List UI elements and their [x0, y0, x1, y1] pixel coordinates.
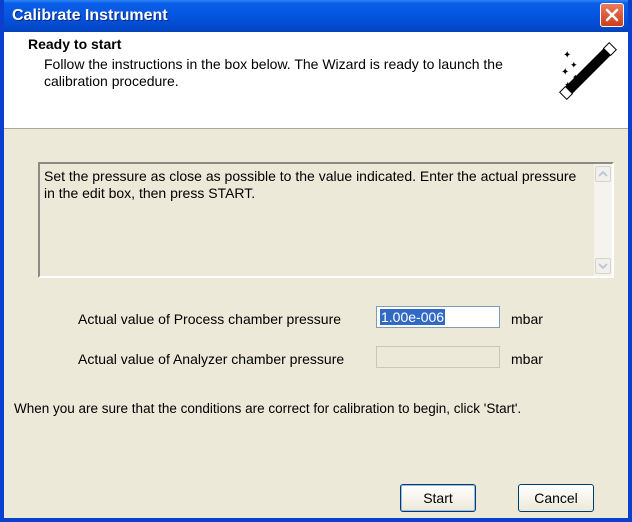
svg-text:✦: ✦ — [564, 81, 572, 91]
cancel-button[interactable]: Cancel — [518, 484, 594, 512]
instructions-scrollbar[interactable] — [594, 164, 612, 276]
close-icon — [605, 8, 619, 22]
start-button[interactable]: Start — [400, 484, 476, 512]
window-title: Calibrate Instrument — [12, 7, 168, 24]
svg-text:✦: ✦ — [572, 73, 579, 82]
svg-text:✦: ✦ — [570, 61, 578, 71]
process-pressure-label: Actual value of Process chamber pressure — [78, 311, 342, 327]
scroll-up-button[interactable] — [595, 166, 611, 182]
analyzer-pressure-input[interactable] — [376, 346, 500, 368]
analyzer-pressure-unit: mbar — [511, 351, 543, 367]
header-subtitle: Follow the instructions in the box below… — [44, 56, 503, 89]
svg-text:✦: ✦ — [563, 50, 571, 61]
instructions-text: Set the pressure as close as possible to… — [44, 168, 577, 201]
chevron-up-icon — [598, 170, 608, 177]
calibrate-dialog: Calibrate Instrument Ready to start Foll… — [0, 0, 632, 522]
analyzer-pressure-label: Actual value of Analyzer chamber pressur… — [78, 351, 345, 367]
header-title: Ready to start — [28, 36, 122, 52]
title-bar[interactable]: Calibrate Instrument — [4, 0, 628, 32]
svg-text:✦: ✦ — [561, 67, 569, 78]
process-pressure-value: 1.00e-006 — [380, 309, 446, 325]
magic-wand-icon: ✦ ✦ ✦ ✦ ✦ — [559, 42, 617, 100]
instructions-box[interactable]: Set the pressure as close as possible to… — [38, 162, 614, 278]
chevron-down-icon — [598, 263, 608, 270]
process-pressure-unit: mbar — [511, 311, 543, 327]
start-hint-text: When you are sure that the conditions ar… — [14, 401, 522, 416]
close-button[interactable] — [600, 3, 624, 27]
process-pressure-input[interactable]: 1.00e-006 — [376, 306, 500, 328]
scroll-down-button[interactable] — [595, 258, 611, 274]
